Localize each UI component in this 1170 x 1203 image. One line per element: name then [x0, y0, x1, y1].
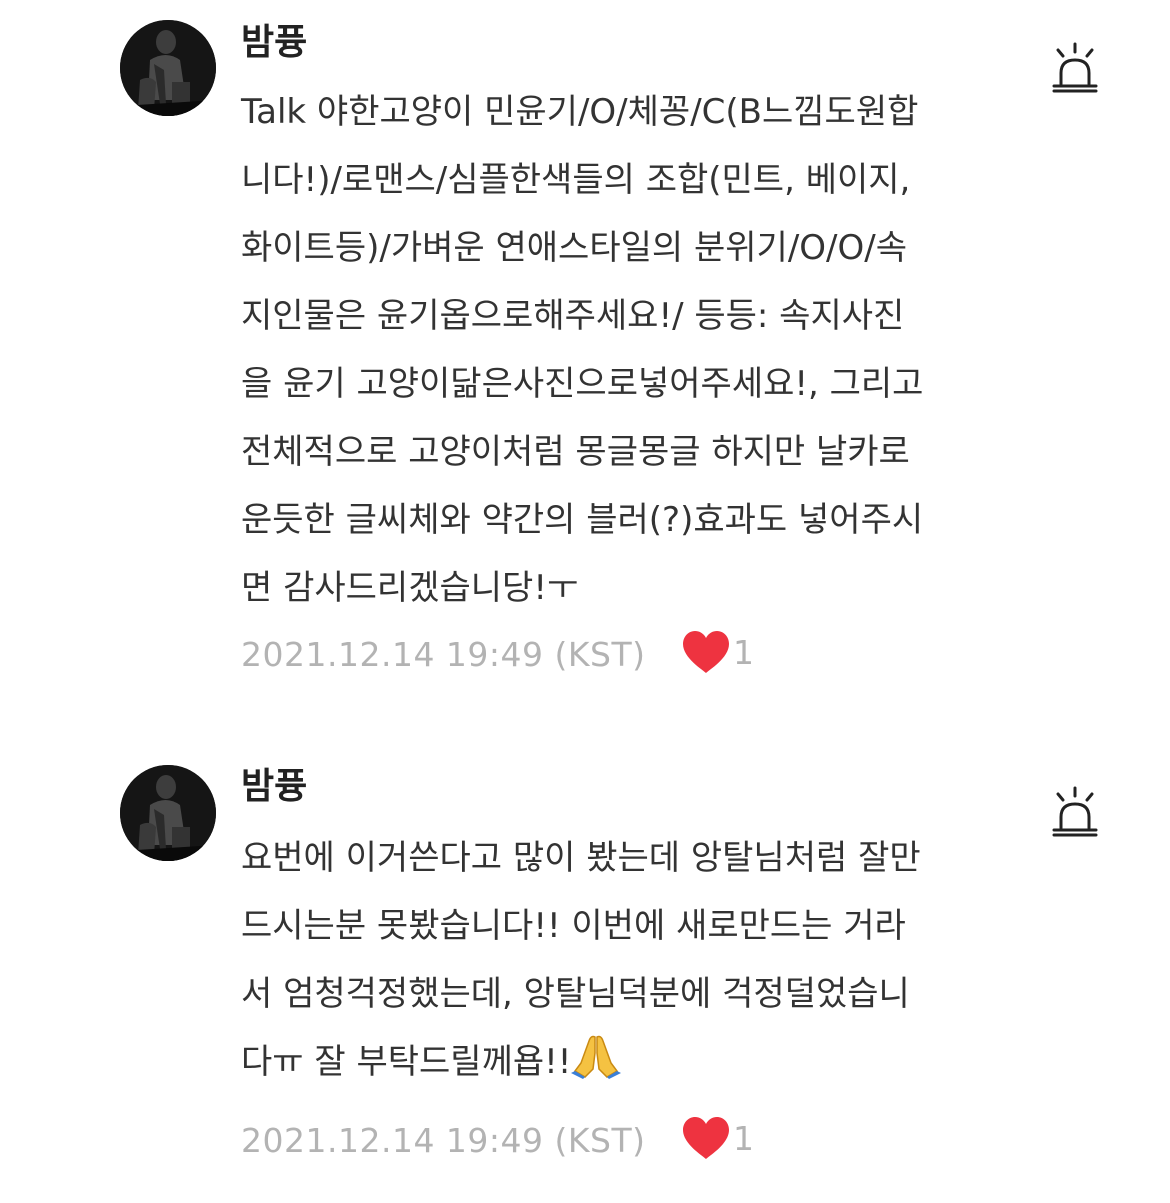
comment-meta: 2021.12.14 19:49 (KST) 1 — [241, 630, 754, 678]
report-button[interactable] — [1050, 786, 1100, 840]
comment-timestamp: 2021.12.14 19:49 (KST) — [241, 634, 646, 674]
comment-body: 요번에 이거쓴다고 많이 봤는데 앙탈님처럼 잘만 드시는분 못봤습니다!! 이… — [241, 824, 981, 1096]
folded-hands-icon — [571, 1035, 622, 1079]
avatar[interactable] — [120, 20, 216, 116]
like-count: 1 — [733, 1118, 754, 1158]
comment-timestamp: 2021.12.14 19:49 (KST) — [241, 1120, 646, 1160]
like-count: 1 — [733, 632, 754, 672]
avatar[interactable] — [120, 765, 216, 861]
comment-author[interactable]: 밤퓽 — [241, 765, 307, 809]
siren-icon — [1052, 42, 1098, 93]
comment-body: Talk 야한고양이 민윤기/O/체꽁/C(B느낌도원합 니다!)/로맨스/심플… — [241, 92, 924, 608]
comment-author[interactable]: 밤퓽 — [241, 21, 307, 65]
comment-meta: 2021.12.14 19:49 (KST) 1 — [241, 1116, 754, 1164]
like-button[interactable]: 1 — [681, 1116, 754, 1160]
siren-icon — [1052, 786, 1098, 837]
heart-icon — [683, 631, 729, 673]
like-button[interactable]: 1 — [681, 630, 754, 674]
report-button[interactable] — [1050, 42, 1100, 96]
heart-icon — [683, 1117, 729, 1159]
